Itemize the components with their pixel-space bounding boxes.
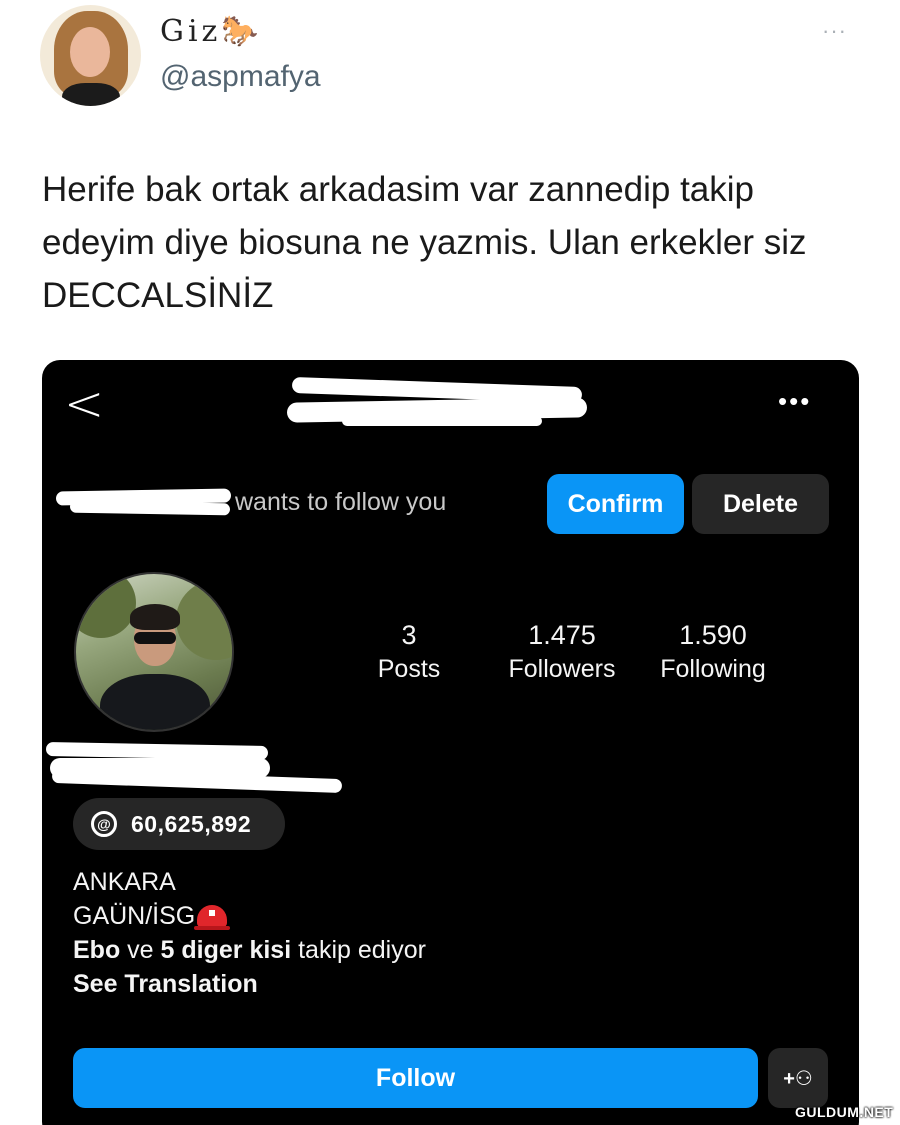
mutual-and: ve xyxy=(127,936,154,964)
display-name-text: Giz xyxy=(160,14,222,49)
helmet-icon xyxy=(194,905,231,930)
bio-school-line: GAÜN/İSG xyxy=(73,899,426,933)
follow-request-text: wants to follow you xyxy=(235,488,447,516)
mutual-others: 5 diger kisi xyxy=(160,936,292,964)
delete-button[interactable]: Delete xyxy=(692,474,829,534)
threads-badge[interactable]: @ 60,625,892 xyxy=(73,798,285,850)
profile-bio: ANKARA GAÜN/İSG Ebo ve 5 diger kisi taki… xyxy=(73,865,426,1001)
redaction-scribble xyxy=(69,500,231,516)
mutual-name: Ebo xyxy=(73,936,121,964)
instagram-screenshot: < ••• wants to follow you Confirm Delete… xyxy=(42,360,859,1125)
photo-person-sunglasses xyxy=(134,632,176,644)
posts-stat[interactable]: 3 Posts xyxy=(364,618,454,686)
add-person-icon[interactable]: +⚇ xyxy=(768,1048,828,1108)
author-avatar[interactable] xyxy=(40,5,141,106)
profile-picture[interactable] xyxy=(74,572,234,732)
photo-person-body xyxy=(100,674,210,730)
mutual-followers[interactable]: Ebo ve 5 diger kisi takip ediyor xyxy=(73,933,426,967)
redaction-scribble xyxy=(342,416,542,426)
site-watermark: GULDUM.NET xyxy=(795,1104,894,1120)
photo-tree xyxy=(76,574,136,638)
back-icon[interactable]: < xyxy=(64,380,104,428)
posts-count: 3 xyxy=(401,620,417,650)
author-handle[interactable]: @aspmafya xyxy=(160,60,321,94)
posts-label: Posts xyxy=(377,655,441,683)
following-stat[interactable]: 1.590 Following xyxy=(648,618,778,686)
mutual-tail: takip ediyor xyxy=(298,936,426,964)
photo-tree xyxy=(176,580,232,660)
see-translation-link[interactable]: See Translation xyxy=(73,967,426,1001)
followers-stat[interactable]: 1.475 Followers xyxy=(497,618,627,686)
bio-city: ANKARA xyxy=(73,868,176,896)
photo-person-hair xyxy=(130,604,180,630)
bio-school: GAÜN/İSG xyxy=(73,902,196,930)
follow-button[interactable]: Follow xyxy=(73,1048,758,1108)
tweet-text: Herife bak ortak arkadasim var zannedip … xyxy=(42,170,807,315)
more-options-icon[interactable]: ••• xyxy=(778,388,811,414)
avatar-shirt xyxy=(62,83,120,106)
horse-icon: 🐎 xyxy=(221,14,259,49)
avatar-face xyxy=(70,27,110,77)
author-display-name[interactable]: Giz🐎 xyxy=(160,14,259,49)
following-label: Following xyxy=(660,655,766,683)
threads-count: 60,625,892 xyxy=(131,810,252,837)
tweet-more-icon[interactable]: ··· xyxy=(822,18,847,44)
threads-icon: @ xyxy=(91,811,117,837)
confirm-button[interactable]: Confirm xyxy=(547,474,684,534)
following-count: 1.590 xyxy=(679,620,747,650)
followers-label: Followers xyxy=(508,655,616,683)
followers-count: 1.475 xyxy=(528,620,596,650)
